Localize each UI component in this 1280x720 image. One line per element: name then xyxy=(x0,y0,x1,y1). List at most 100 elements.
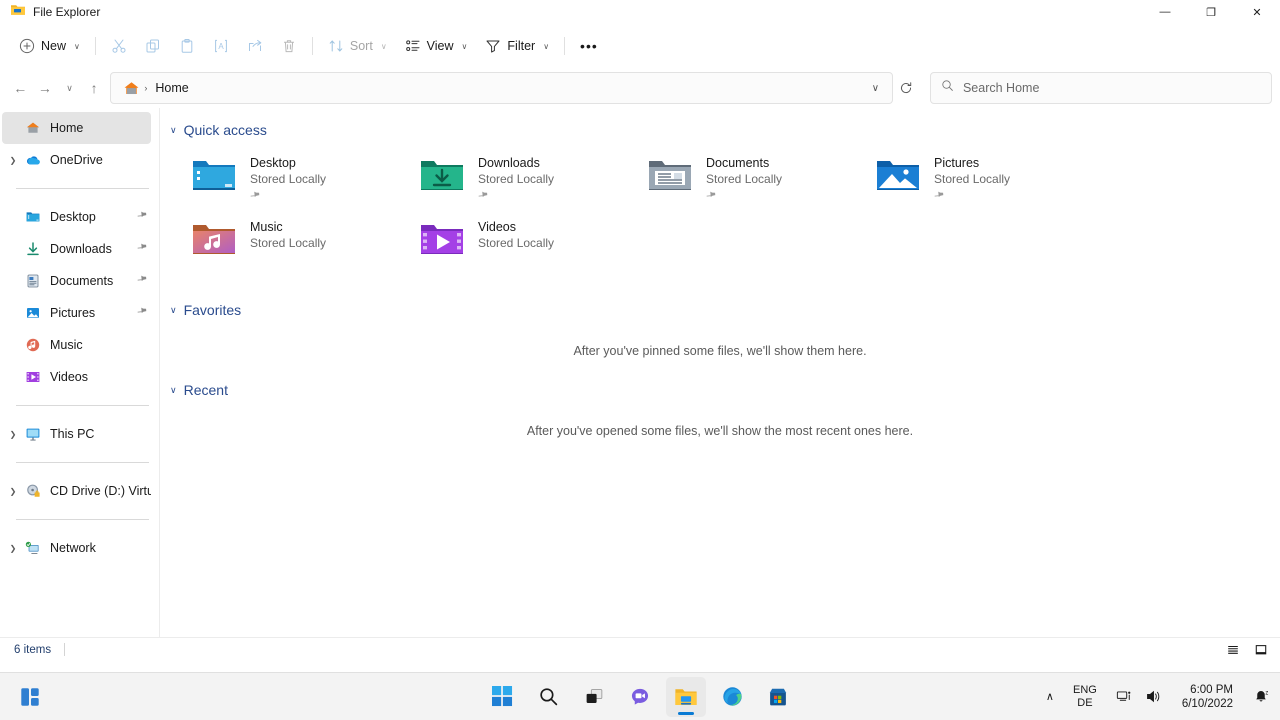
folder-icon xyxy=(10,2,26,23)
section-header-favorites[interactable]: ∨ Favorites xyxy=(160,298,1280,322)
trash-icon xyxy=(281,38,297,54)
tile-name: Downloads xyxy=(478,155,554,171)
search-box[interactable]: Search Home xyxy=(930,72,1272,104)
start-button[interactable] xyxy=(482,677,522,717)
tray-expand-button[interactable]: ∧ xyxy=(1040,677,1060,717)
network-icon xyxy=(24,540,42,556)
notifications-bell-icon[interactable]: z xyxy=(1247,677,1276,717)
filter-icon xyxy=(485,38,501,54)
microsoft-store[interactable] xyxy=(758,677,798,717)
sidebar-item-videos[interactable]: Videos xyxy=(2,361,151,393)
sidebar-item-pictures[interactable]: Pictures xyxy=(2,297,151,329)
sidebar-item-this-pc[interactable]: ❯ This PC xyxy=(2,418,151,450)
chevron-right-icon[interactable]: ❯ xyxy=(2,544,24,553)
quick-access-tile-desktop[interactable]: Desktop Stored Locally xyxy=(190,148,418,212)
documents-icon xyxy=(24,273,42,289)
pin-icon xyxy=(137,304,148,322)
desktop-folder-icon xyxy=(190,154,238,194)
view-button[interactable]: View ∨ xyxy=(396,30,477,62)
pin-icon xyxy=(137,208,148,226)
sidebar-item-music[interactable]: Music xyxy=(2,329,151,361)
sidebar-item-cd-drive[interactable]: ❯ CD Drive (D:) Virtua xyxy=(2,475,151,507)
new-button-label: New xyxy=(41,39,66,53)
delete-button[interactable] xyxy=(272,30,306,62)
sidebar-item-label: Music xyxy=(50,338,83,352)
back-button[interactable]: ← xyxy=(8,72,33,104)
maximize-button[interactable]: ❐ xyxy=(1188,0,1234,24)
chevron-down-icon: ∨ xyxy=(381,42,387,51)
widgets-icon[interactable] xyxy=(10,677,50,717)
pin-icon xyxy=(934,188,1010,206)
sidebar-item-downloads[interactable]: Downloads xyxy=(2,233,151,265)
refresh-button[interactable] xyxy=(893,72,918,104)
chevron-up-icon: ∧ xyxy=(1046,690,1054,703)
pin-icon xyxy=(478,188,554,206)
taskbar-apps xyxy=(482,677,798,717)
details-view-icon[interactable] xyxy=(1222,640,1244,660)
quick-access-tile-videos[interactable]: Videos Stored Locally xyxy=(418,212,646,276)
sidebar-item-documents[interactable]: Documents xyxy=(2,265,151,297)
chevron-down-icon[interactable]: ∨ xyxy=(170,125,177,136)
chevron-right-icon[interactable]: ❯ xyxy=(2,430,24,439)
address-dropdown-button[interactable]: ∨ xyxy=(862,75,888,101)
chevron-right-icon[interactable]: ❯ xyxy=(2,156,24,165)
music-folder-icon xyxy=(190,218,238,258)
rename-button[interactable]: A xyxy=(204,30,238,62)
chevron-right-icon[interactable]: ❯ xyxy=(2,487,24,496)
tile-name: Documents xyxy=(706,155,782,171)
large-icons-view-icon[interactable] xyxy=(1250,640,1272,660)
ellipsis-icon: ••• xyxy=(580,38,598,54)
quick-access-tile-documents[interactable]: Documents Stored Locally xyxy=(646,148,874,212)
filter-button[interactable]: Filter ∨ xyxy=(476,30,558,62)
home-icon[interactable] xyxy=(121,80,142,97)
more-options-button[interactable]: ••• xyxy=(571,30,607,62)
microsoft-edge[interactable] xyxy=(712,677,752,717)
content-pane: ∨ Quick access Desktop Stored Loca xyxy=(160,108,1280,637)
address-bar-row: ← → ∨ ↑ › Home ∨ Search Home xyxy=(0,68,1280,108)
search-taskbar[interactable] xyxy=(528,677,568,717)
clock-time: 6:00 PM xyxy=(1190,683,1233,697)
taskbar-left xyxy=(10,677,50,717)
sidebar-item-onedrive[interactable]: ❯ OneDrive xyxy=(2,144,151,176)
copy-button[interactable] xyxy=(136,30,170,62)
videos-folder-icon xyxy=(418,218,466,258)
quick-access-tile-music[interactable]: Music Stored Locally xyxy=(190,212,418,276)
sidebar-item-desktop[interactable]: Desktop xyxy=(2,201,151,233)
cd-drive-icon xyxy=(24,483,42,499)
scissors-icon xyxy=(111,38,127,54)
plus-circle-icon xyxy=(19,38,35,54)
tile-subtitle: Stored Locally xyxy=(478,235,554,251)
sidebar-item-network[interactable]: ❯ Network xyxy=(2,532,151,564)
cut-button[interactable] xyxy=(102,30,136,62)
quick-access-tile-pictures[interactable]: Pictures Stored Locally xyxy=(874,148,1102,212)
quick-access-tile-downloads[interactable]: Downloads Stored Locally xyxy=(418,148,646,212)
sort-button[interactable]: Sort ∨ xyxy=(319,30,396,62)
file-explorer[interactable] xyxy=(666,677,706,717)
share-button[interactable] xyxy=(238,30,272,62)
chevron-down-icon[interactable]: ∨ xyxy=(170,305,177,316)
network-tray-icon[interactable] xyxy=(1110,677,1139,717)
volume-icon[interactable] xyxy=(1139,677,1168,717)
up-button[interactable]: ↑ xyxy=(82,72,107,104)
new-button[interactable]: New ∨ xyxy=(10,30,89,62)
favorites-empty-message: After you've pinned some files, we'll sh… xyxy=(160,322,1280,372)
sidebar-item-home[interactable]: Home xyxy=(2,112,151,144)
close-button[interactable]: ✕ xyxy=(1234,0,1280,24)
task-view[interactable] xyxy=(574,677,614,717)
language-indicator[interactable]: ENG DE xyxy=(1060,677,1110,717)
clock[interactable]: 6:00 PM 6/10/2022 xyxy=(1168,677,1247,717)
section-header-recent[interactable]: ∨ Recent xyxy=(160,378,1280,402)
breadcrumb-current[interactable]: Home xyxy=(149,78,194,98)
address-bar[interactable]: › Home ∨ xyxy=(110,72,893,104)
desktop-folder-icon xyxy=(24,209,42,225)
chevron-down-icon[interactable]: ∨ xyxy=(170,385,177,396)
chat-teams[interactable] xyxy=(620,677,660,717)
sidebar-item-label: Desktop xyxy=(50,210,96,224)
recent-locations-button[interactable]: ∨ xyxy=(57,72,82,104)
section-header-quick-access[interactable]: ∨ Quick access xyxy=(160,118,1280,142)
forward-button[interactable]: → xyxy=(33,72,58,104)
window-title: File Explorer xyxy=(33,5,100,19)
paste-button[interactable] xyxy=(170,30,204,62)
minimize-button[interactable]: — xyxy=(1142,0,1188,24)
tile-subtitle: Stored Locally xyxy=(250,235,326,251)
